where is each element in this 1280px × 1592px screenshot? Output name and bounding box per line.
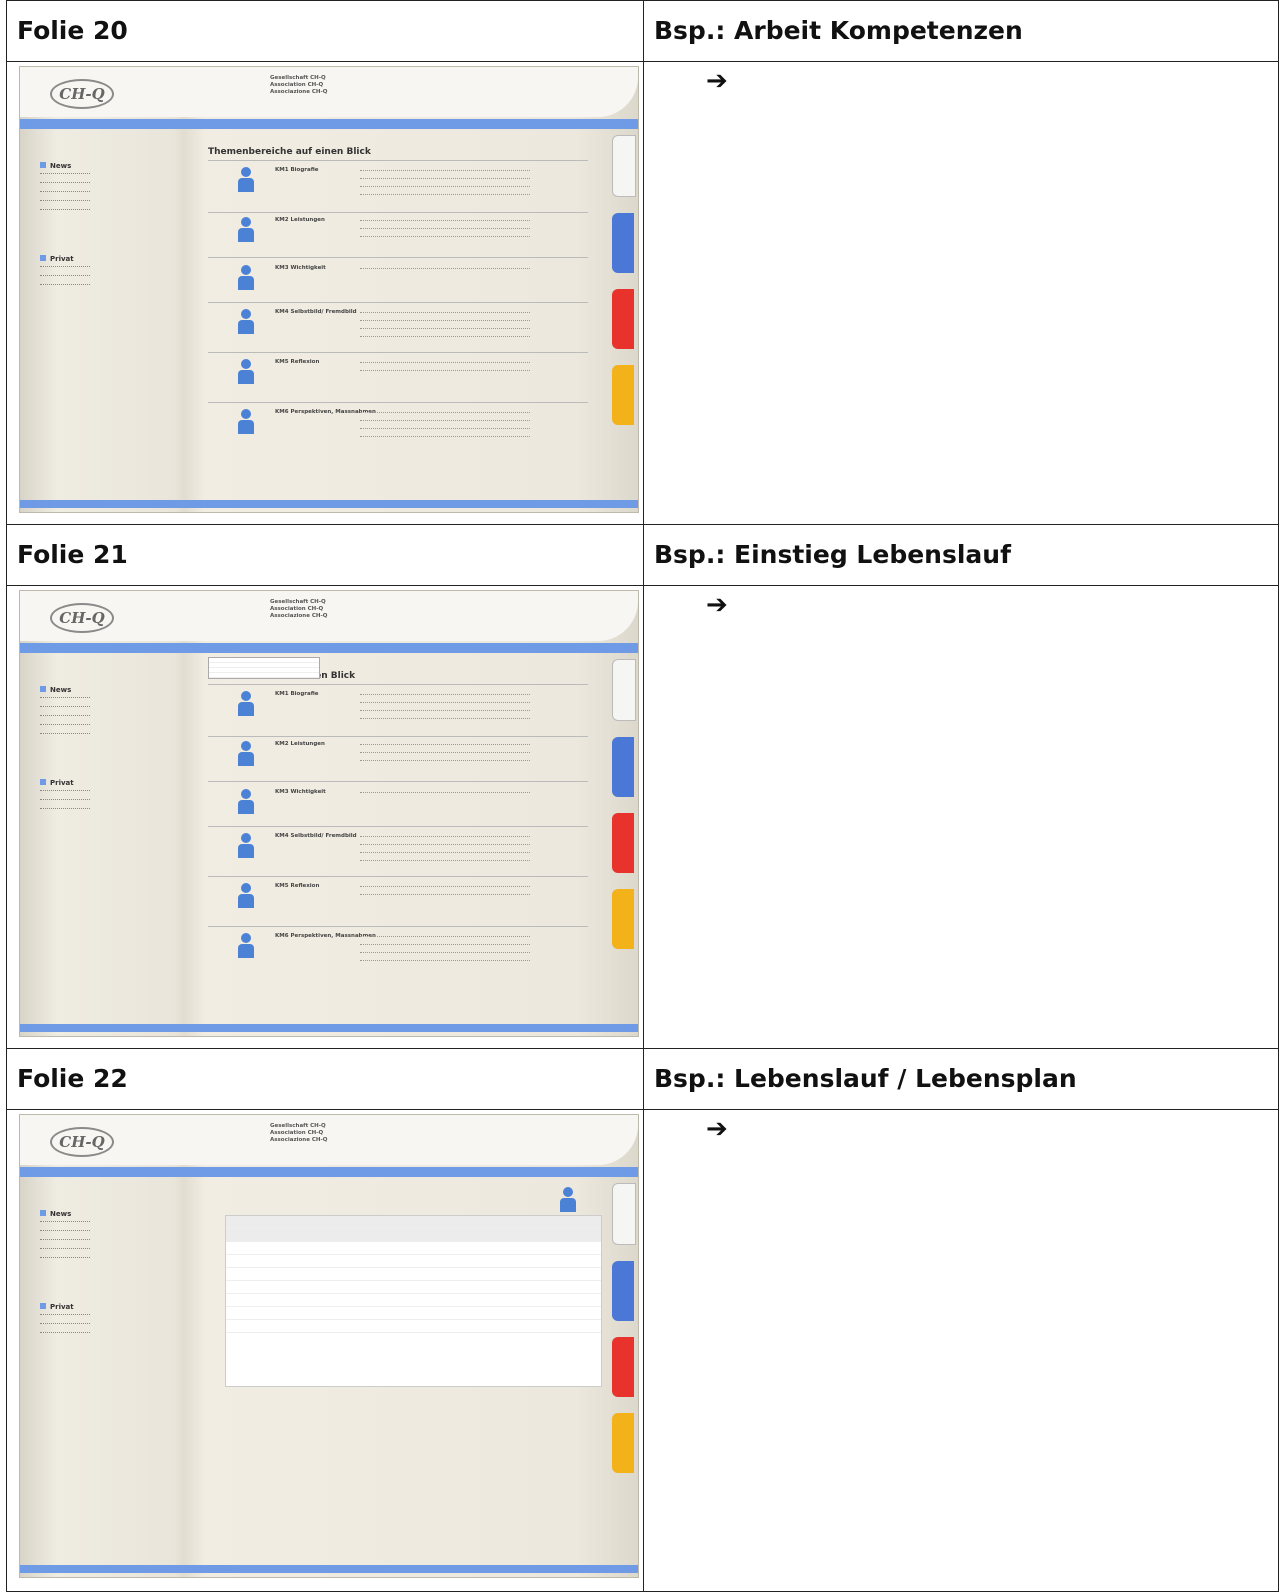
menu-bar[interactable] <box>20 119 638 129</box>
slide-label-cell: Folie 21 <box>6 524 644 586</box>
org-names: Gesellschaft CH-Q Association CH-Q Assoc… <box>270 599 328 619</box>
slide-label: Folie 20 <box>17 16 128 45</box>
side-tabs[interactable] <box>612 1183 636 1489</box>
slide-caption-cell: Bsp.: Arbeit Kompetenzen <box>643 0 1279 62</box>
slide-label-cell: Folie 20 <box>6 0 644 62</box>
app-header: CH-Q Gesellschaft CH-Q Association CH-Q … <box>20 67 638 117</box>
left-panel: News Privat <box>40 162 90 290</box>
footer-bar <box>20 500 638 508</box>
arrow-icon: ➔ <box>706 66 728 96</box>
slide-label: Folie 22 <box>17 1064 128 1093</box>
lebenslauf-table[interactable] <box>225 1215 602 1387</box>
side-tabs[interactable] <box>612 135 636 441</box>
side-tabs[interactable] <box>612 659 636 965</box>
dropdown-menu[interactable] <box>208 657 320 679</box>
slide-caption: Bsp.: Lebenslauf / Lebensplan <box>654 1064 1077 1093</box>
slide-table: Folie 20 Bsp.: Arbeit Kompetenzen CH-Q G… <box>6 0 1279 1592</box>
screenshot-cell: CH-Q Gesellschaft CH-Q Association CH-Q … <box>6 585 644 1049</box>
footer-bar <box>20 1565 638 1573</box>
app-header: CH-Q Gesellschaft CH-Q Association CH-Q … <box>20 1115 638 1165</box>
logo: CH-Q <box>50 1127 114 1157</box>
arrow-icon: ➔ <box>706 590 728 620</box>
slide-label-cell: Folie 22 <box>6 1048 644 1110</box>
slide-caption-cell: Bsp.: Einstieg Lebenslauf <box>643 524 1279 586</box>
slide-caption: Bsp.: Arbeit Kompetenzen <box>654 16 1023 45</box>
menu-bar[interactable] <box>20 1167 638 1177</box>
slide-label: Folie 21 <box>17 540 128 569</box>
app-screenshot: CH-Q Gesellschaft CH-Q Association CH-Q … <box>19 1114 639 1578</box>
org-names: Gesellschaft CH-Q Association CH-Q Assoc… <box>270 1123 328 1143</box>
logo: CH-Q <box>50 79 114 109</box>
app-header: CH-Q Gesellschaft CH-Q Association CH-Q … <box>20 591 638 641</box>
notes-cell: ➔ <box>643 61 1279 525</box>
app-screenshot: CH-Q Gesellschaft CH-Q Association CH-Q … <box>19 590 639 1037</box>
footer-bar <box>20 1024 638 1032</box>
arrow-icon: ➔ <box>706 1114 728 1144</box>
slide-caption: Bsp.: Einstieg Lebenslauf <box>654 540 1011 569</box>
notes-cell: ➔ <box>643 585 1279 1049</box>
view-title: Themenbereiche auf einen Blick <box>208 147 371 157</box>
org-names: Gesellschaft CH-Q Association CH-Q Assoc… <box>270 75 328 95</box>
left-panel: News Privat <box>40 686 90 814</box>
app-screenshot: CH-Q Gesellschaft CH-Q Association CH-Q … <box>19 66 639 513</box>
menu-bar[interactable] <box>20 643 638 653</box>
left-panel: News Privat <box>40 1210 90 1338</box>
screenshot-cell: CH-Q Gesellschaft CH-Q Association CH-Q … <box>6 1109 644 1592</box>
logo: CH-Q <box>50 603 114 633</box>
notes-cell: ➔ <box>643 1109 1279 1592</box>
slide-caption-cell: Bsp.: Lebenslauf / Lebensplan <box>643 1048 1279 1110</box>
screenshot-cell: CH-Q Gesellschaft CH-Q Association CH-Q … <box>6 61 644 525</box>
